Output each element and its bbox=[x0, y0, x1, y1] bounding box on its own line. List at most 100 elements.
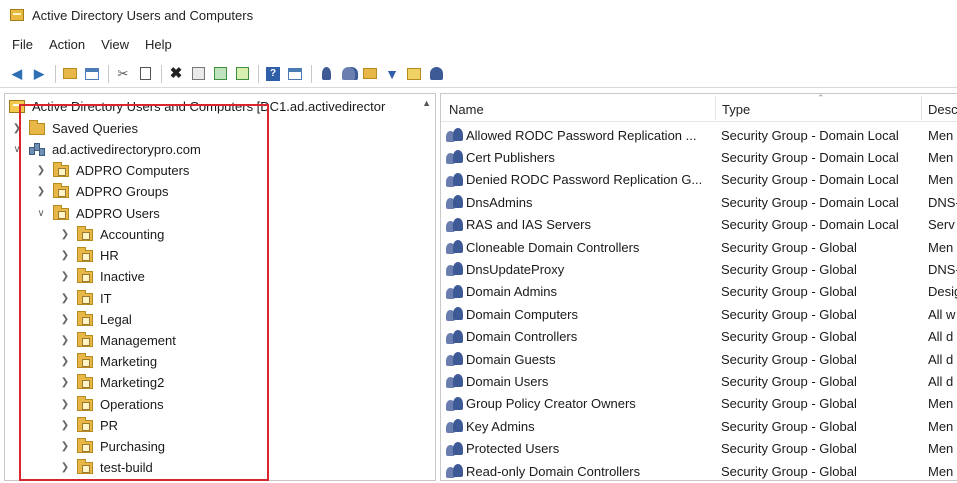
tree-item-label: Marketing2 bbox=[100, 375, 165, 390]
table-row[interactable]: Domain Controllers Security Group - Globa… bbox=[441, 326, 957, 348]
table-row[interactable]: Group Policy Creator Owners Security Grou… bbox=[441, 393, 957, 415]
tree-item-management[interactable]: ❯ Management bbox=[59, 330, 176, 351]
menu-action[interactable]: Action bbox=[49, 37, 85, 52]
tree-item-adpro-computers[interactable]: ❯ ADPRO Computers bbox=[35, 160, 189, 181]
chevron-right-icon[interactable]: ❯ bbox=[59, 335, 71, 346]
table-row[interactable]: DnsAdmins Security Group - Domain Local DN… bbox=[441, 191, 957, 213]
chevron-right-icon[interactable]: ❯ bbox=[59, 314, 71, 325]
back-arrow-icon[interactable]: ◀ bbox=[8, 65, 26, 83]
tree-item-legal[interactable]: ❯ Legal bbox=[59, 309, 132, 330]
tree-item-adpro-groups[interactable]: ❯ ADPRO Groups bbox=[35, 181, 168, 202]
new-user-icon[interactable] bbox=[317, 65, 335, 83]
security-group-icon bbox=[446, 441, 464, 456]
tree-item-purchasing[interactable]: ❯ Purchasing bbox=[59, 436, 165, 457]
chevron-right-icon[interactable]: ❯ bbox=[59, 250, 71, 261]
chevron-down-icon[interactable]: ∨ bbox=[35, 208, 47, 219]
cell-type: Security Group - Global bbox=[721, 306, 857, 322]
tree-item-inactive[interactable]: ❯ Inactive bbox=[59, 266, 145, 287]
chevron-right-icon[interactable]: ❯ bbox=[59, 441, 71, 452]
copy-icon[interactable] bbox=[136, 65, 154, 83]
forward-arrow-icon[interactable]: ▶ bbox=[30, 65, 48, 83]
table-row[interactable]: Domain Guests Security Group - Global All … bbox=[441, 348, 957, 370]
table-row[interactable]: Cloneable Domain Controllers Security Gro… bbox=[441, 236, 957, 258]
tree-root[interactable]: Active Directory Users and Computers [DC… bbox=[9, 96, 385, 117]
table-row[interactable]: Cert Publishers Security Group - Domain L… bbox=[441, 146, 957, 168]
chevron-right-icon[interactable]: ❯ bbox=[59, 229, 71, 240]
chevron-right-icon[interactable]: ❯ bbox=[59, 420, 71, 431]
tree-item-it[interactable]: ❯ IT bbox=[59, 288, 112, 309]
menu-file[interactable]: File bbox=[12, 37, 33, 52]
details-list[interactable]: Name Type ⌃ Desc Allowed RODC Password R… bbox=[440, 93, 957, 481]
refresh-icon[interactable] bbox=[211, 65, 229, 83]
table-row[interactable]: Protected Users Security Group - Global Me… bbox=[441, 438, 957, 460]
table-row[interactable]: Read-only Domain Controllers Security Gro… bbox=[441, 460, 957, 480]
ou-folder-icon bbox=[53, 161, 69, 177]
security-group-icon bbox=[446, 150, 464, 165]
tree-item-pr[interactable]: ❯ PR bbox=[59, 415, 118, 436]
ou-folder-icon bbox=[77, 458, 93, 474]
security-group-icon bbox=[446, 396, 464, 411]
column-divider[interactable] bbox=[921, 96, 922, 120]
tree-item-test-build[interactable]: ❯ test-build bbox=[59, 457, 153, 478]
chevron-right-icon[interactable]: ❯ bbox=[59, 293, 71, 304]
tree-item-marketing[interactable]: ❯ Marketing bbox=[59, 351, 157, 372]
chevron-right-icon[interactable]: ❯ bbox=[59, 356, 71, 367]
menu-help[interactable]: Help bbox=[145, 37, 172, 52]
delete-icon[interactable]: ✖ bbox=[167, 65, 185, 83]
new-group-icon[interactable] bbox=[339, 65, 357, 83]
table-row[interactable]: DnsUpdateProxy Security Group - Global DNS… bbox=[441, 258, 957, 280]
up-folder-icon[interactable] bbox=[61, 65, 79, 83]
tree-item-marketing2[interactable]: ❯ Marketing2 bbox=[59, 372, 164, 393]
show-hide-console-tree-icon[interactable] bbox=[83, 65, 101, 83]
column-header-type[interactable]: Type bbox=[722, 102, 750, 117]
tree-item-domain[interactable]: ∨ ad.activedirectorypro.com bbox=[11, 139, 201, 160]
column-header-name[interactable]: Name bbox=[449, 102, 484, 117]
find-icon[interactable] bbox=[405, 65, 423, 83]
toolbar-separator bbox=[311, 64, 312, 83]
tree-item-operations[interactable]: ❯ Operations bbox=[59, 394, 164, 415]
console-tree[interactable]: Active Directory Users and Computers [DC… bbox=[4, 93, 436, 481]
chevron-right-icon[interactable]: ❯ bbox=[35, 186, 47, 197]
new-ou-icon[interactable] bbox=[361, 65, 379, 83]
table-row[interactable]: Denied RODC Password Replication G... Sec… bbox=[441, 169, 957, 191]
chevron-right-icon[interactable]: ❯ bbox=[11, 123, 23, 134]
table-row[interactable]: Allowed RODC Password Replication ... Sec… bbox=[441, 124, 957, 146]
chevron-down-icon[interactable]: ∨ bbox=[11, 144, 23, 155]
cut-icon[interactable]: ✂ bbox=[114, 65, 132, 83]
tree-item-accounting[interactable]: ❯ Accounting bbox=[59, 224, 164, 245]
chevron-right-icon[interactable]: ❯ bbox=[59, 271, 71, 282]
cell-type: Security Group - Domain Local bbox=[721, 149, 899, 165]
chevron-right-icon[interactable]: ❯ bbox=[59, 462, 71, 473]
ou-folder-icon bbox=[53, 204, 69, 220]
cell-type: Security Group - Global bbox=[721, 351, 857, 367]
column-divider[interactable] bbox=[715, 96, 716, 120]
tree-item-label: Purchasing bbox=[100, 439, 166, 454]
cell-description: Men bbox=[928, 441, 954, 457]
filter-icon[interactable]: ▼ bbox=[383, 65, 401, 83]
export-list-icon[interactable] bbox=[233, 65, 251, 83]
tree-item-hr[interactable]: ❯ HR bbox=[59, 245, 119, 266]
table-row[interactable]: Key Admins Security Group - Global Men bbox=[441, 415, 957, 437]
ou-folder-icon bbox=[77, 395, 93, 411]
scroll-up-icon[interactable]: ▲ bbox=[422, 98, 431, 108]
table-row[interactable]: Domain Users Security Group - Global All d bbox=[441, 370, 957, 392]
ou-folder-icon bbox=[77, 416, 93, 432]
cell-type: Security Group - Global bbox=[721, 373, 857, 389]
cell-description: Men bbox=[928, 127, 954, 143]
tree-root-label: Active Directory Users and Computers [DC… bbox=[32, 99, 386, 114]
chevron-right-icon[interactable]: ❯ bbox=[35, 165, 47, 176]
menu-view[interactable]: View bbox=[101, 37, 129, 52]
tree-item-adpro-users[interactable]: ∨ ADPRO Users bbox=[35, 203, 160, 224]
help-icon[interactable]: ? bbox=[264, 65, 282, 83]
chevron-right-icon[interactable]: ❯ bbox=[59, 399, 71, 410]
chevron-right-icon[interactable]: ❯ bbox=[59, 377, 71, 388]
properties-icon[interactable] bbox=[189, 65, 207, 83]
add-to-group-icon[interactable] bbox=[427, 65, 445, 83]
table-row[interactable]: Domain Admins Security Group - Global Desi… bbox=[441, 281, 957, 303]
column-header-description[interactable]: Desc bbox=[928, 102, 957, 117]
table-row[interactable]: Domain Computers Security Group - Global A… bbox=[441, 303, 957, 325]
table-row[interactable]: RAS and IAS Servers Security Group - Doma… bbox=[441, 214, 957, 236]
tree-item-saved-queries[interactable]: ❯ Saved Queries bbox=[11, 118, 138, 139]
ou-folder-icon bbox=[77, 289, 93, 305]
details-view-icon[interactable] bbox=[286, 65, 304, 83]
